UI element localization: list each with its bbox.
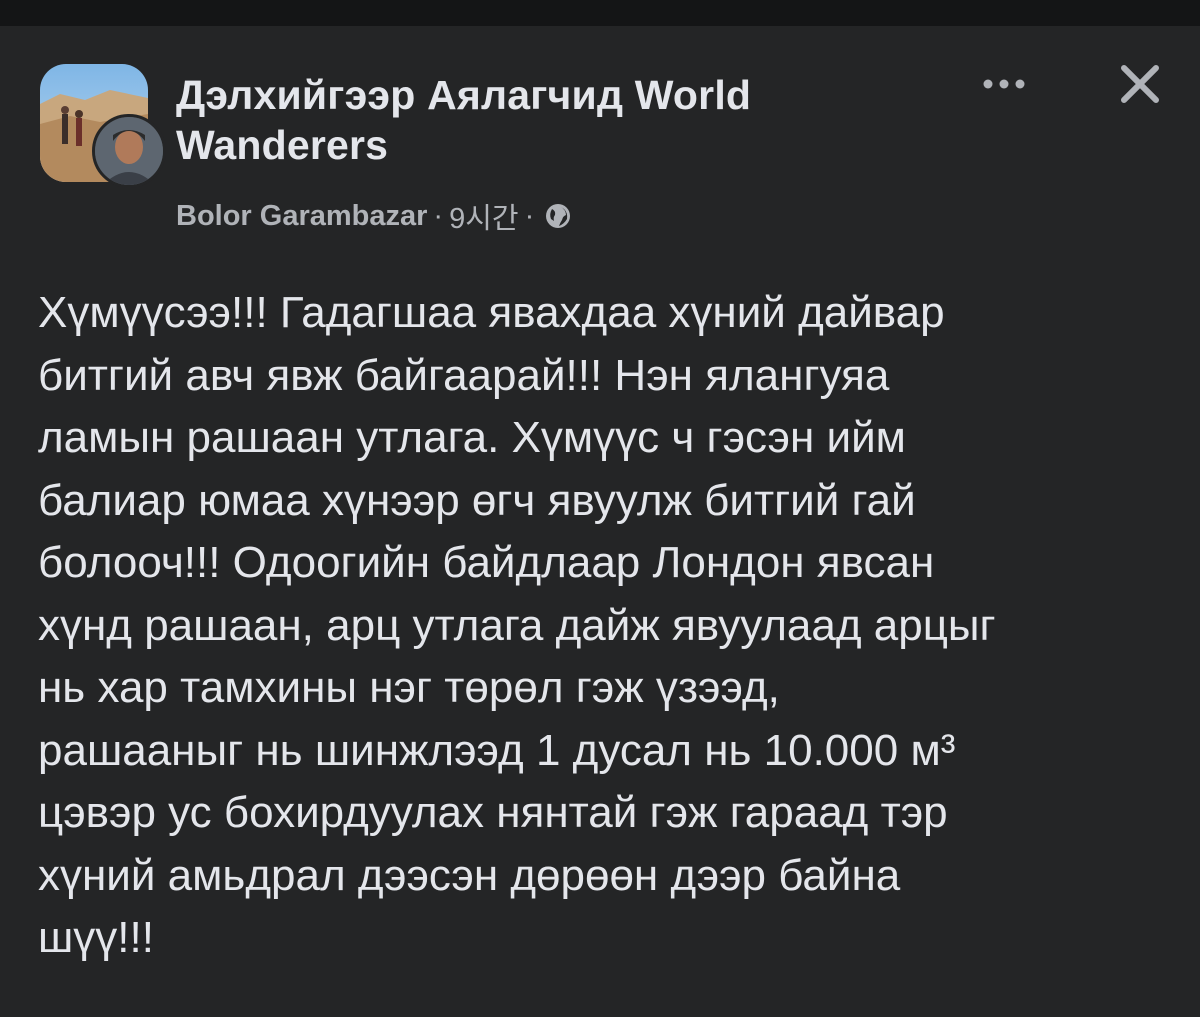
more-horizontal-icon xyxy=(983,79,1025,89)
more-options-button[interactable] xyxy=(972,64,1036,104)
meta-separator: · xyxy=(433,199,444,232)
post-body-line: битгий авч явж байгаарай!!! Нэн ялангуяа xyxy=(38,350,890,400)
group-name-line2[interactable]: Wanderers xyxy=(176,120,896,170)
post-body-line: рашааныг нь шинжлээд 1 дусал нь 10.000 м… xyxy=(38,725,956,775)
post-body-line: хүний амьдрал дээсэн дөрөөн дээр байна xyxy=(38,850,901,900)
post-body-line: нь хар тамхины нэг төрөл гэж үзээд, xyxy=(38,663,780,712)
post-body: Хүмүүсээ!!! Гадагшаа явахдаа хүний дайва… xyxy=(38,282,1178,970)
post-meta: Bolor Garambazar · 9시간 · xyxy=(176,196,572,236)
user-avatar[interactable] xyxy=(92,114,166,188)
meta-separator: · xyxy=(524,199,535,232)
post-body-line: цэвэр ус бохирдуулах нянтай гэж гараад т… xyxy=(38,788,948,837)
group-name-line1[interactable]: Дэлхийгээр Аялагчид World xyxy=(176,70,896,120)
close-icon xyxy=(1121,65,1159,103)
author-name[interactable]: Bolor Garambazar xyxy=(176,200,427,233)
group-name[interactable]: Дэлхийгээр Аялагчид World Wanderers xyxy=(176,70,896,170)
post-avatar[interactable] xyxy=(40,64,166,188)
post-body-line: шүү!!! xyxy=(38,913,154,962)
post-body-line: ламын рашаан утлага. Хүмүүс ч гэсэн ийм xyxy=(38,413,906,462)
globe-icon xyxy=(544,202,572,230)
status-bar xyxy=(0,0,1200,26)
post-body-line: балиар юмаа хүнээр өгч явуулж битгий гай xyxy=(38,475,916,525)
post-body-line: болооч!!! Одоогийн байдлаар Лондон явсан xyxy=(38,538,935,587)
post-body-line: Хүмүүсээ!!! Гадагшаа явахдаа хүний дайва… xyxy=(38,288,945,337)
post-body-line: хүнд рашаан, арц утлага дайж явуулаад ар… xyxy=(38,600,996,650)
close-button[interactable] xyxy=(1110,54,1170,114)
post-time[interactable]: 9시간 xyxy=(449,195,519,237)
